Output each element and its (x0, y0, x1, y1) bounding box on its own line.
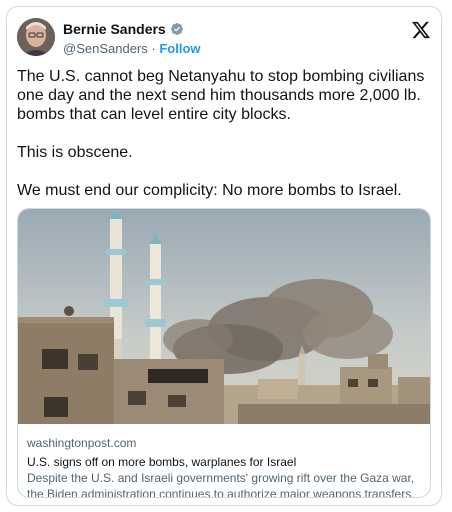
tweet-header: Bernie Sanders @SenSanders · Follow (17, 18, 431, 58)
x-logo-icon[interactable] (411, 20, 431, 40)
tweet-paragraph-1: The U.S. cannot beg Netanyahu to stop bo… (17, 68, 425, 123)
author-name[interactable]: Bernie Sanders (63, 21, 166, 37)
article-photo (18, 209, 430, 424)
link-preview-meta: washingtonpost.com U.S. signs off on mor… (27, 436, 427, 498)
author-handle-row: @SenSanders · Follow (63, 41, 201, 56)
link-preview-card[interactable]: washingtonpost.com U.S. signs off on mor… (17, 208, 431, 498)
link-headline[interactable]: U.S. signs off on more bombs, warplanes … (27, 454, 427, 470)
author-name-row: Bernie Sanders (63, 21, 184, 37)
link-description: Despite the U.S. and Israeli governments… (27, 471, 415, 498)
avatar[interactable] (17, 18, 55, 56)
tweet-text: The U.S. cannot beg Netanyahu to stop bo… (17, 67, 433, 200)
author-handle[interactable]: @SenSanders (63, 41, 148, 56)
tweet-card: Bernie Sanders @SenSanders · Follow The … (6, 6, 442, 506)
follow-button[interactable]: Follow (159, 41, 200, 56)
link-domain: washingtonpost.com (27, 436, 137, 450)
tweet-paragraph-3: We must end our complicity: No more bomb… (17, 182, 402, 199)
verified-badge-icon (170, 23, 183, 35)
separator-dot: · (151, 41, 156, 56)
tweet-paragraph-2: This is obscene. (17, 144, 133, 161)
